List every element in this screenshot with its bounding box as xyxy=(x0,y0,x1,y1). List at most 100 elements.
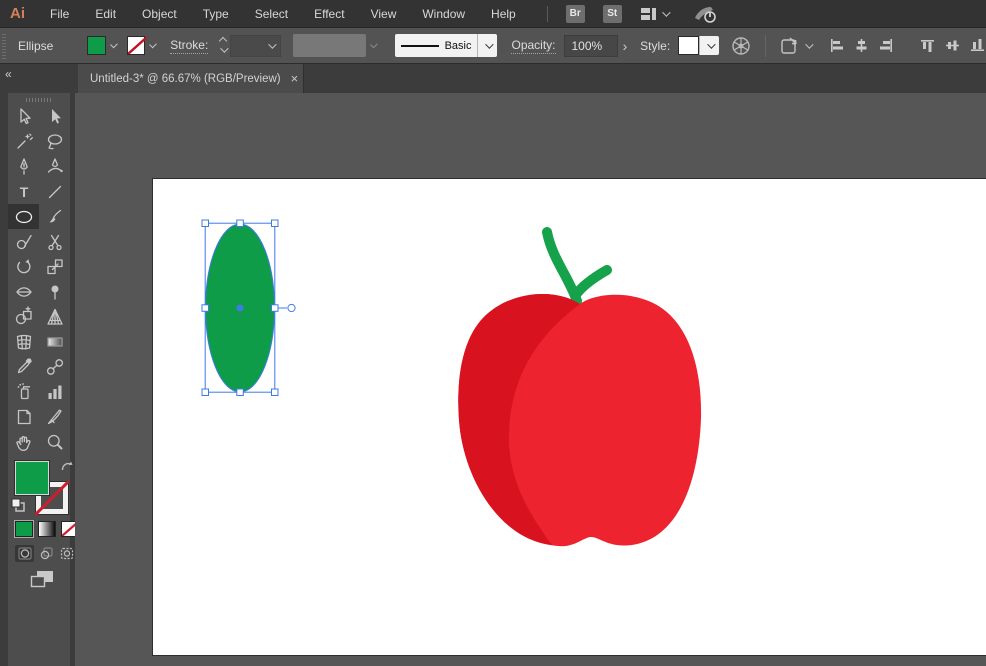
tool-pen[interactable] xyxy=(8,154,39,179)
draw-behind-button[interactable] xyxy=(36,545,55,562)
stroke-style-chevron[interactable] xyxy=(477,34,498,57)
stroke-style-value: Basic xyxy=(444,39,472,52)
handle-middle-left[interactable] xyxy=(201,304,209,312)
menu-item-window[interactable]: Window xyxy=(409,0,478,28)
tool-width[interactable] xyxy=(8,279,39,304)
gradient-button[interactable] xyxy=(38,521,56,537)
graphic-style-chevron[interactable] xyxy=(699,36,720,55)
fill-indicator[interactable] xyxy=(15,461,49,495)
tool-ellipse[interactable] xyxy=(8,204,39,229)
vertical-align-top-icon[interactable] xyxy=(919,37,936,54)
draw-inside-button[interactable] xyxy=(57,545,76,562)
graphic-style-swatch[interactable] xyxy=(678,36,700,55)
tools-panel: T xyxy=(0,93,79,666)
close-icon[interactable]: × xyxy=(291,71,299,86)
opacity-input[interactable]: 100% xyxy=(563,34,618,57)
swap-fill-stroke-icon[interactable] xyxy=(60,460,74,473)
handle-top-center[interactable] xyxy=(236,219,244,227)
tool-artboard[interactable] xyxy=(8,404,39,429)
tool-rotate[interactable] xyxy=(8,254,39,279)
tool-symbol-sprayer[interactable] xyxy=(8,379,39,404)
control-bar-grip[interactable] xyxy=(2,32,8,59)
menu-item-effect[interactable]: Effect xyxy=(301,0,357,28)
horizontal-align-right-icon[interactable] xyxy=(878,37,895,54)
panel-grip[interactable] xyxy=(26,98,52,102)
chevron-down-icon xyxy=(661,7,671,17)
canvas xyxy=(75,93,986,666)
bridge-button[interactable]: Br xyxy=(565,4,585,23)
tool-hand[interactable] xyxy=(8,429,39,454)
stroke-style-dropdown[interactable]: Basic xyxy=(395,34,498,57)
tool-selection[interactable] xyxy=(8,104,39,129)
color-button[interactable] xyxy=(15,521,33,537)
tool-scale[interactable] xyxy=(39,254,70,279)
recolor-artwork-button[interactable] xyxy=(731,36,751,56)
tool-magic-wand[interactable] xyxy=(8,129,39,154)
handle-bottom-center[interactable] xyxy=(236,388,244,396)
menu-item-view[interactable]: View xyxy=(358,0,410,28)
stepper-down-icon[interactable] xyxy=(220,44,229,53)
tool-puppet-warp[interactable] xyxy=(39,279,70,304)
chevron-down-icon[interactable] xyxy=(149,40,158,49)
isolate-mode-icon xyxy=(781,37,797,54)
handle-top-right[interactable] xyxy=(271,219,279,227)
handle-bottom-left[interactable] xyxy=(201,388,209,396)
stock-button[interactable]: St xyxy=(602,4,622,23)
stroke-weight-dropdown[interactable] xyxy=(230,34,281,57)
tool-eyedropper[interactable] xyxy=(8,354,39,379)
tool-paintbrush[interactable] xyxy=(39,204,70,229)
menu-item-object[interactable]: Object xyxy=(129,0,190,28)
tool-mesh[interactable] xyxy=(8,329,39,354)
menu-item-edit[interactable]: Edit xyxy=(82,0,129,28)
draw-normal-button[interactable] xyxy=(15,545,34,562)
chevron-down-icon[interactable] xyxy=(109,40,118,49)
center-anchor-point[interactable] xyxy=(236,304,244,312)
menu-item-type[interactable]: Type xyxy=(190,0,242,28)
document-tab[interactable]: Untitled-3* @ 66.67% (RGB/Preview) × xyxy=(78,64,304,93)
tool-gradient[interactable] xyxy=(39,329,70,354)
tool-scissors[interactable] xyxy=(39,229,70,254)
opacity-label[interactable]: Opacity: xyxy=(511,38,556,54)
stroke-style-preview[interactable]: Basic xyxy=(395,34,478,57)
tool-perspective-grid[interactable] xyxy=(39,304,70,329)
opacity-more-button[interactable]: › xyxy=(618,35,632,57)
stroke-weight-label[interactable]: Stroke: xyxy=(170,38,209,54)
touch-workspace-icon[interactable] xyxy=(692,4,718,24)
workspace: T xyxy=(0,93,986,666)
tool-column-graph[interactable] xyxy=(39,379,70,404)
handle-middle-right[interactable] xyxy=(271,304,279,312)
menu-item-help[interactable]: Help xyxy=(478,0,529,28)
horizontal-align-left-icon[interactable] xyxy=(828,37,845,54)
menu-item-file[interactable]: File xyxy=(37,0,82,28)
vertical-align-center-icon[interactable] xyxy=(944,37,961,54)
chevron-down-icon xyxy=(485,39,494,49)
workspace-switcher[interactable] xyxy=(640,7,671,21)
tool-slice[interactable] xyxy=(39,404,70,429)
stroke-color-swatch[interactable] xyxy=(126,36,147,55)
menu-item-select[interactable]: Select xyxy=(242,0,301,28)
tool-lasso[interactable] xyxy=(39,129,70,154)
horizontal-align-center-icon[interactable] xyxy=(853,37,870,54)
vertical-align-bottom-icon[interactable] xyxy=(969,37,986,54)
tool-direct-selection[interactable] xyxy=(39,104,70,129)
menu-separator xyxy=(546,5,548,22)
tool-shaper[interactable] xyxy=(8,229,39,254)
chevron-down-icon xyxy=(706,39,716,49)
handle-top-left[interactable] xyxy=(201,219,209,227)
tool-type[interactable]: T xyxy=(8,179,39,204)
tool-blend[interactable] xyxy=(39,354,70,379)
tool-line-segment[interactable] xyxy=(39,179,70,204)
style-label: Style: xyxy=(640,38,671,53)
tool-curvature[interactable] xyxy=(39,154,70,179)
tool-zoom[interactable] xyxy=(39,429,70,454)
handle-bottom-right[interactable] xyxy=(271,388,279,396)
canvas-svg xyxy=(152,178,986,656)
isolate-mode-button[interactable] xyxy=(780,36,814,56)
tool-shape-builder[interactable] xyxy=(8,304,39,329)
stroke-weight-stepper[interactable] xyxy=(219,36,229,53)
fill-color-swatch[interactable] xyxy=(87,36,106,55)
screen-mode-button[interactable] xyxy=(30,570,54,588)
default-fill-stroke-icon[interactable] xyxy=(11,498,25,512)
menu-bar: Ai File Edit Object Type Select Effect V… xyxy=(0,0,986,28)
collapse-panel-icon[interactable]: « xyxy=(5,67,12,81)
